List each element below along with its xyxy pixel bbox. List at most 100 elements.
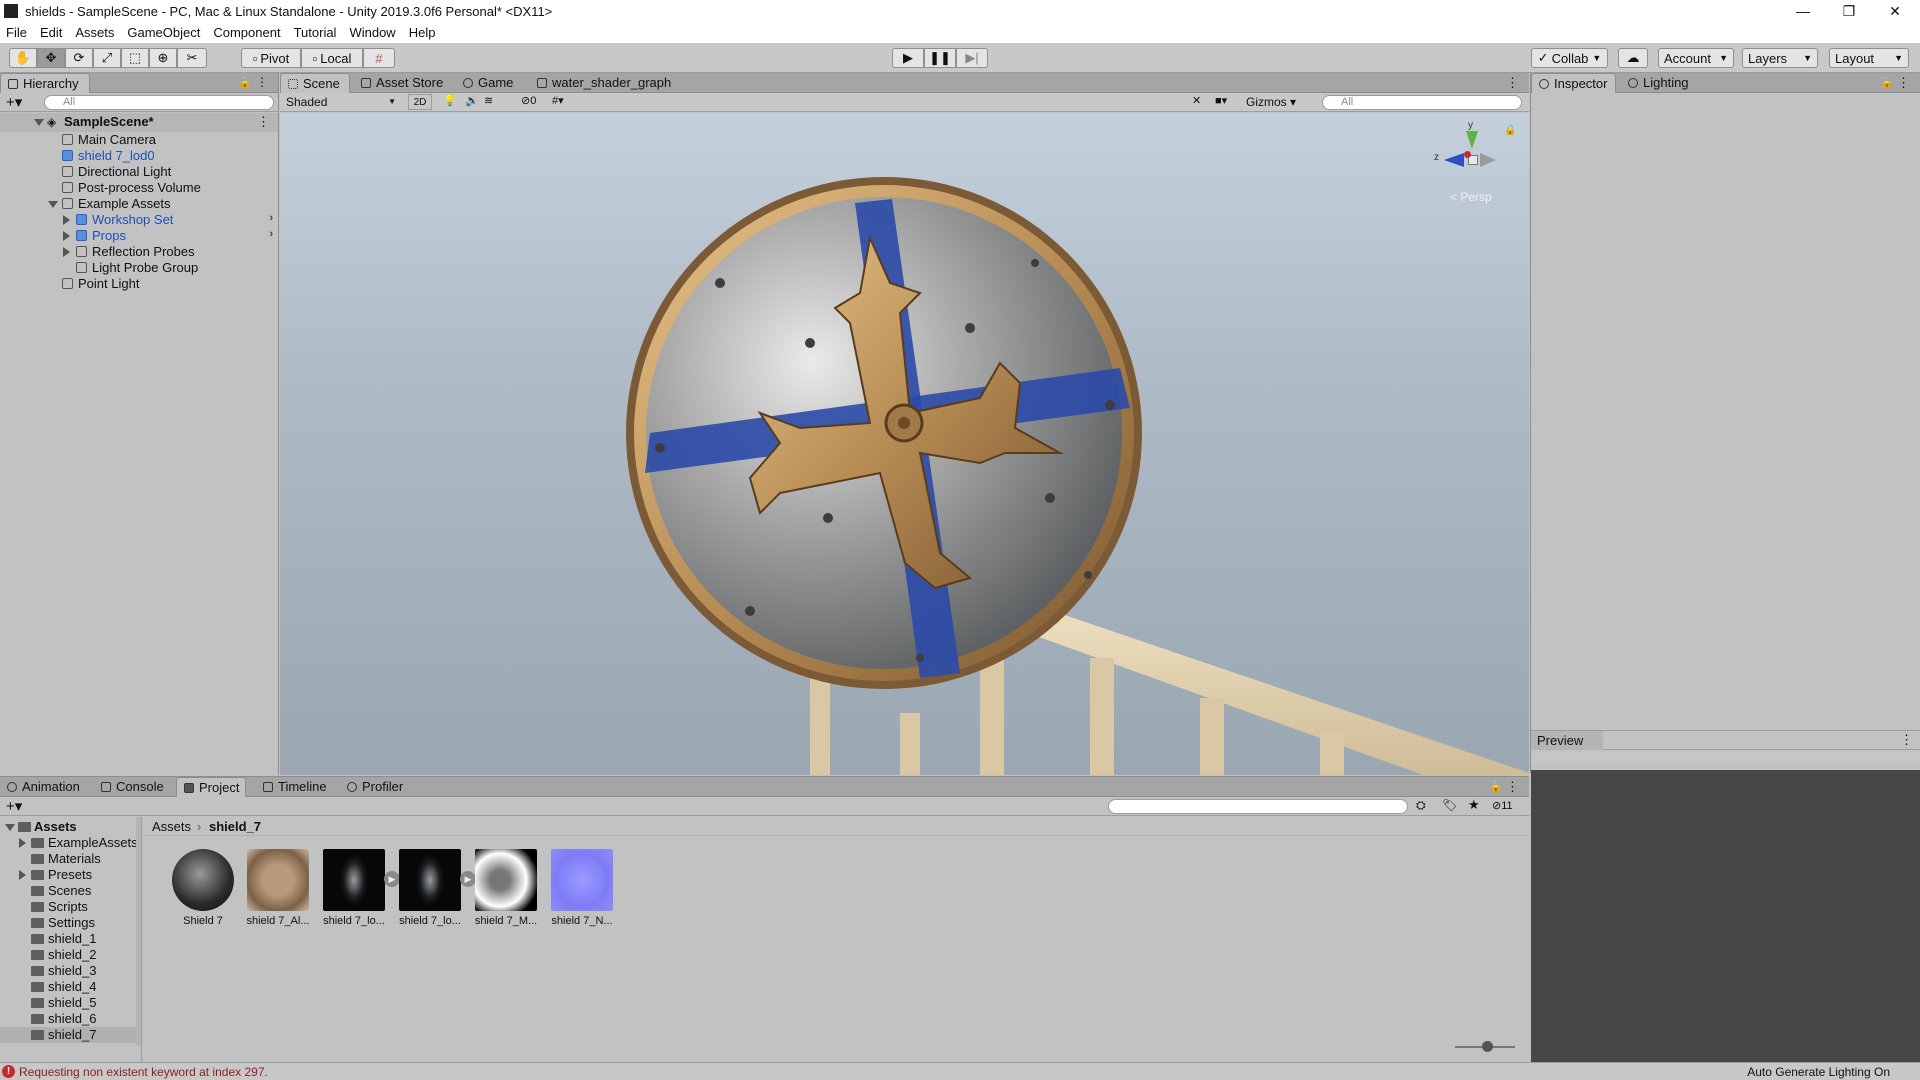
camera-icon[interactable]: ■▾ bbox=[1215, 94, 1227, 107]
tab-profiler[interactable]: Profiler bbox=[340, 777, 411, 797]
tools-icon[interactable]: ✕ bbox=[1192, 94, 1201, 107]
hierarchy-item-post-process-volume[interactable]: Post-process Volume bbox=[0, 180, 278, 196]
layers-dropdown[interactable]: Layers ▼ bbox=[1742, 48, 1818, 68]
folder-shield-5[interactable]: shield_5 bbox=[0, 995, 140, 1011]
folder-materials[interactable]: Materials bbox=[0, 851, 140, 867]
rotate-tool-icon[interactable]: ⟳ bbox=[65, 48, 93, 68]
collapse-arrow-icon[interactable] bbox=[19, 870, 26, 880]
pause-button[interactable]: ❚❚ bbox=[924, 48, 956, 68]
tab-scene[interactable]: Scene bbox=[280, 73, 350, 93]
y-axis-cone-icon[interactable] bbox=[1466, 131, 1478, 149]
rect-tool-icon[interactable]: ⬚ bbox=[121, 48, 149, 68]
auto-lighting-status[interactable]: Auto Generate Lighting On bbox=[1747, 1065, 1890, 1079]
asset-item[interactable]: ▶ shield 7_lo... bbox=[316, 849, 400, 939]
slider-handle[interactable] bbox=[1482, 1041, 1493, 1052]
expand-arrow-icon[interactable] bbox=[34, 119, 44, 126]
scale-tool-icon[interactable]: ⤢ bbox=[93, 48, 121, 68]
hand-tool-icon[interactable]: ✋ bbox=[9, 48, 37, 68]
collapse-arrow-icon[interactable] bbox=[63, 247, 70, 257]
kebab-menu-icon[interactable]: ⋮ bbox=[256, 75, 268, 89]
hierarchy-item-directional-light[interactable]: Directional Light bbox=[0, 164, 278, 180]
pivot-toggle[interactable]: ▫ Pivot bbox=[241, 48, 301, 68]
gizmos-dropdown[interactable]: Gizmos ▾ bbox=[1246, 94, 1296, 110]
hierarchy-item-main-camera[interactable]: Main Camera bbox=[0, 132, 278, 148]
hierarchy-item-reflection-probes[interactable]: Reflection Probes bbox=[0, 244, 278, 260]
menu-assets[interactable]: Assets bbox=[75, 25, 114, 40]
menu-component[interactable]: Component bbox=[213, 25, 280, 40]
hierarchy-item-point-light[interactable]: Point Light bbox=[0, 276, 278, 292]
menu-file[interactable]: File bbox=[6, 25, 27, 40]
scene-search-input[interactable]: All bbox=[1322, 95, 1522, 110]
z-axis-cone-icon[interactable] bbox=[1444, 153, 1464, 167]
grid-toggle-icon[interactable]: #▾ bbox=[552, 94, 564, 107]
scene-row[interactable]: ◈ SampleScene* ⋮ bbox=[0, 113, 278, 132]
minimize-button[interactable]: — bbox=[1780, 0, 1826, 22]
tab-project[interactable]: Project bbox=[176, 777, 246, 797]
menu-window[interactable]: Window bbox=[349, 25, 395, 40]
folder-shield-4[interactable]: shield_4 bbox=[0, 979, 140, 995]
kebab-menu-icon[interactable]: ⋮ bbox=[1506, 779, 1519, 795]
neg-x-cone-icon[interactable] bbox=[1480, 153, 1496, 167]
step-button[interactable]: ▶| bbox=[956, 48, 988, 68]
x-axis-cone-icon[interactable] bbox=[1464, 151, 1471, 158]
hierarchy-item-workshop-set[interactable]: Workshop Set › bbox=[0, 212, 278, 228]
menu-tutorial[interactable]: Tutorial bbox=[294, 25, 337, 40]
layout-dropdown[interactable]: Layout ▼ bbox=[1829, 48, 1909, 68]
chevron-right-icon[interactable]: › bbox=[269, 228, 273, 240]
folder-scripts[interactable]: Scripts bbox=[0, 899, 140, 915]
collapse-arrow-icon[interactable] bbox=[63, 231, 70, 241]
folder-presets[interactable]: Presets bbox=[0, 867, 140, 883]
lighting-toggle-icon[interactable]: 💡 bbox=[443, 94, 457, 107]
status-error-message[interactable]: Requesting non existent keyword at index… bbox=[19, 1065, 268, 1079]
add-icon[interactable]: +▾ bbox=[6, 797, 22, 815]
lock-icon[interactable]: 🔒 bbox=[1504, 125, 1516, 136]
hierarchy-item-example-assets[interactable]: Example Assets bbox=[0, 196, 278, 212]
tab-game[interactable]: Game bbox=[456, 73, 521, 93]
asset-item[interactable]: Shield 7 bbox=[165, 849, 241, 939]
collapse-arrow-icon[interactable] bbox=[63, 215, 70, 225]
tab-lighting[interactable]: Lighting bbox=[1621, 73, 1697, 93]
asset-item[interactable]: shield 7_M... bbox=[468, 849, 544, 939]
account-dropdown[interactable]: Account ▼ bbox=[1658, 48, 1734, 68]
folder-exampleassets[interactable]: ExampleAssets bbox=[0, 835, 140, 851]
filter-by-label-icon[interactable]: 🏷 bbox=[1442, 798, 1457, 812]
perspective-label[interactable]: < Persp bbox=[1450, 190, 1492, 204]
expand-arrow-icon[interactable] bbox=[48, 201, 58, 208]
menu-help[interactable]: Help bbox=[409, 25, 436, 40]
restore-button[interactable]: ❐ bbox=[1826, 0, 1872, 22]
2d-toggle[interactable]: 2D bbox=[408, 94, 432, 110]
grid-snap-icon[interactable]: # bbox=[363, 48, 395, 68]
tab-timeline[interactable]: Timeline bbox=[256, 777, 335, 797]
lock-icon[interactable]: 🔒 bbox=[1489, 780, 1503, 793]
expand-arrow-icon[interactable] bbox=[5, 824, 15, 831]
folder-assets[interactable]: Assets bbox=[0, 819, 140, 835]
hierarchy-search-input[interactable]: All bbox=[44, 95, 274, 110]
tab-asset-store[interactable]: Asset Store bbox=[354, 73, 451, 93]
breadcrumb-assets[interactable]: Assets bbox=[152, 819, 191, 834]
cloud-icon[interactable]: ☁ bbox=[1618, 48, 1648, 68]
folder-settings[interactable]: Settings bbox=[0, 915, 140, 931]
lock-icon[interactable]: 🔒 bbox=[238, 76, 252, 89]
add-icon[interactable]: +▾ bbox=[6, 93, 22, 111]
menu-gameobject[interactable]: GameObject bbox=[127, 25, 200, 40]
play-button[interactable]: ▶ bbox=[892, 48, 924, 68]
kebab-menu-icon[interactable]: ⋮ bbox=[1900, 732, 1913, 748]
filter-by-type-icon[interactable]: ⛭ bbox=[1416, 798, 1426, 813]
tab-water-shader-graph[interactable]: water_shader_graph bbox=[530, 73, 679, 93]
audio-toggle-icon[interactable]: 🔊 bbox=[465, 94, 479, 107]
scene-orientation-gizmo[interactable]: y z 🔒 bbox=[1430, 120, 1516, 195]
preview-header[interactable]: Preview ⋮ bbox=[1531, 730, 1920, 750]
favorite-star-icon[interactable]: ★ bbox=[1468, 797, 1480, 813]
collapse-arrow-icon[interactable] bbox=[19, 838, 26, 848]
hierarchy-item-props[interactable]: Props › bbox=[0, 228, 278, 244]
hidden-packages-icon[interactable]: ⊘11 bbox=[1492, 799, 1513, 812]
tab-hierarchy[interactable]: Hierarchy bbox=[0, 73, 90, 93]
close-button[interactable]: ✕ bbox=[1872, 0, 1918, 22]
chevron-right-icon[interactable]: › bbox=[269, 212, 273, 224]
asset-item[interactable]: ▶ shield 7_lo... bbox=[392, 849, 476, 939]
folder-scenes[interactable]: Scenes bbox=[0, 883, 140, 899]
project-search-input[interactable] bbox=[1108, 799, 1408, 814]
folder-shield-6[interactable]: shield_6 bbox=[0, 1011, 140, 1027]
local-toggle[interactable]: ▫ Local bbox=[301, 48, 363, 68]
collab-dropdown[interactable]: ✓ Collab ▼ bbox=[1531, 48, 1608, 68]
